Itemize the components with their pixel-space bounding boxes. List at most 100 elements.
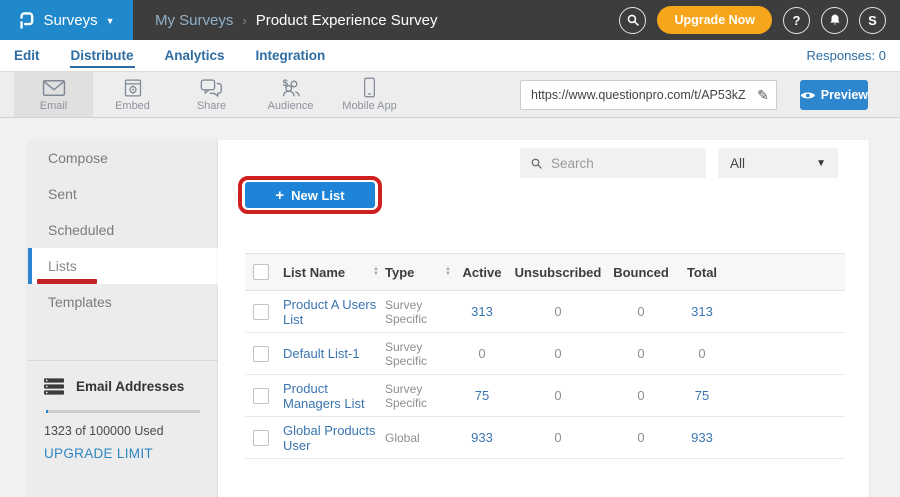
list-filter-dropdown[interactable]: All ▼ xyxy=(718,148,838,178)
product-switcher[interactable]: Surveys ▼ xyxy=(0,0,133,40)
bounced-count: 0 xyxy=(609,304,673,319)
bounced-count: 0 xyxy=(609,388,673,403)
column-header-unsubscribed[interactable]: Unsubscribed xyxy=(507,265,609,280)
row-checkbox[interactable] xyxy=(253,346,269,362)
list-search-input[interactable] xyxy=(551,156,696,171)
unsubscribed-count: 0 xyxy=(507,346,609,361)
search-button[interactable] xyxy=(619,7,646,34)
upgrade-now-button[interactable]: Upgrade Now xyxy=(657,6,772,34)
breadcrumb-separator-icon: › xyxy=(242,13,246,28)
column-header-list-name[interactable]: List Name xyxy=(283,265,345,280)
responses-count[interactable]: Responses: 0 xyxy=(807,48,887,63)
email-addresses-title: Email Addresses xyxy=(76,379,184,394)
sort-icon[interactable]: ▲▼ xyxy=(445,267,451,277)
toolbar-item-audience[interactable]: $ Audience xyxy=(251,72,330,117)
header-actions: Upgrade Now ? S xyxy=(619,6,886,34)
column-header-active[interactable]: Active xyxy=(457,265,507,280)
column-header-bounced[interactable]: Bounced xyxy=(609,265,673,280)
unsubscribed-count: 0 xyxy=(507,430,609,445)
questionpro-logo-icon xyxy=(18,11,35,30)
row-checkbox[interactable] xyxy=(253,304,269,320)
toolbar-item-label: Audience xyxy=(268,100,314,112)
unsubscribed-count: 0 xyxy=(507,388,609,403)
usage-text: 1323 of 100000 Used xyxy=(44,424,202,438)
tab-integration[interactable]: Integration xyxy=(255,43,327,68)
list-type: Survey Specific xyxy=(385,298,451,326)
list-name-link[interactable]: Global Products User xyxy=(283,423,379,453)
new-list-button[interactable]: + New List xyxy=(245,182,375,208)
sidebar-item-label: Sent xyxy=(48,186,77,202)
active-count[interactable]: 313 xyxy=(457,304,507,319)
plus-icon: + xyxy=(275,187,284,204)
sort-icon[interactable]: ▲▼ xyxy=(373,267,379,277)
top-header: Surveys ▼ My Surveys › Product Experienc… xyxy=(0,0,900,40)
list-search-box xyxy=(520,148,706,178)
active-count: 0 xyxy=(457,346,507,361)
list-name-link[interactable]: Default List-1 xyxy=(283,346,360,361)
pencil-icon[interactable]: ✎ xyxy=(750,87,776,104)
sidebar-item-label: Lists xyxy=(48,258,77,274)
column-header-total[interactable]: Total xyxy=(673,265,731,280)
active-count[interactable]: 75 xyxy=(457,388,507,403)
audience-icon: $ xyxy=(279,77,302,98)
breadcrumb-my-surveys[interactable]: My Surveys xyxy=(155,12,233,29)
list-type: Survey Specific xyxy=(385,340,451,368)
toolbar-item-share[interactable]: Share xyxy=(172,72,251,117)
toolbar-item-label: Email xyxy=(40,100,68,112)
toolbar-item-label: Embed xyxy=(115,100,150,112)
annotation-highlight-ring: + New List xyxy=(238,176,382,214)
mobile-app-icon xyxy=(363,77,376,98)
sidebar-item-sent[interactable]: Sent xyxy=(28,176,218,212)
bell-icon xyxy=(828,13,842,27)
unsubscribed-count: 0 xyxy=(507,304,609,319)
sidebar-item-lists[interactable]: Lists xyxy=(28,248,218,284)
breadcrumb: My Surveys › Product Experience Survey xyxy=(155,12,437,29)
preview-button[interactable]: Preview xyxy=(800,80,868,110)
survey-tabs: Edit Distribute Analytics Integration Re… xyxy=(0,40,900,72)
table-row: Default List-1 Survey Specific 0 0 0 0 xyxy=(245,333,845,375)
chevron-down-icon: ▼ xyxy=(106,16,115,26)
embed-icon xyxy=(123,78,143,98)
tab-analytics[interactable]: Analytics xyxy=(164,43,226,68)
total-count[interactable]: 313 xyxy=(673,304,731,319)
help-button[interactable]: ? xyxy=(783,7,810,34)
email-sidebar: Compose Sent Scheduled Lists Templates xyxy=(28,140,218,497)
avatar-button[interactable]: S xyxy=(859,7,886,34)
question-mark-icon: ? xyxy=(793,13,801,28)
active-indicator-bar xyxy=(28,248,32,284)
bounced-count: 0 xyxy=(609,346,673,361)
total-count[interactable]: 75 xyxy=(673,388,731,403)
tab-distribute[interactable]: Distribute xyxy=(70,43,135,68)
share-icon xyxy=(200,78,223,98)
sidebar-item-templates[interactable]: Templates xyxy=(28,284,218,320)
upgrade-limit-link[interactable]: UPGRADE LIMIT xyxy=(44,446,153,461)
toolbar-item-email[interactable]: Email xyxy=(14,72,93,117)
toolbar-item-mobile-app[interactable]: Mobile App xyxy=(330,72,409,117)
tab-edit[interactable]: Edit xyxy=(13,43,41,68)
toolbar-item-embed[interactable]: Embed xyxy=(93,72,172,117)
list-name-link[interactable]: Product Managers List xyxy=(283,381,379,411)
survey-url-input[interactable] xyxy=(521,88,750,102)
select-all-checkbox[interactable] xyxy=(253,264,269,280)
list-stack-icon xyxy=(44,378,64,395)
avatar: S xyxy=(868,13,877,28)
column-header-type[interactable]: Type xyxy=(385,265,414,280)
active-count[interactable]: 933 xyxy=(457,430,507,445)
new-list-label: New List xyxy=(291,188,344,203)
app-root: Surveys ▼ My Surveys › Product Experienc… xyxy=(0,0,900,497)
email-lists-table: List Name ▲▼ Type ▲▼ Active Unsubscribed… xyxy=(245,253,845,459)
list-name-link[interactable]: Product A Users List xyxy=(283,297,379,327)
eye-icon xyxy=(800,90,816,101)
usage-progress-bar xyxy=(46,410,200,413)
preview-label: Preview xyxy=(821,88,868,102)
sidebar-item-label: Compose xyxy=(48,150,108,166)
notifications-button[interactable] xyxy=(821,7,848,34)
row-checkbox[interactable] xyxy=(253,430,269,446)
filter-value: All xyxy=(730,156,745,171)
total-count[interactable]: 933 xyxy=(673,430,731,445)
sidebar-item-scheduled[interactable]: Scheduled xyxy=(28,212,218,248)
table-header-row: List Name ▲▼ Type ▲▼ Active Unsubscribed… xyxy=(245,253,845,291)
distribute-toolbar: Email Embed Share $ xyxy=(0,72,900,118)
sidebar-item-compose[interactable]: Compose xyxy=(28,140,218,176)
row-checkbox[interactable] xyxy=(253,388,269,404)
